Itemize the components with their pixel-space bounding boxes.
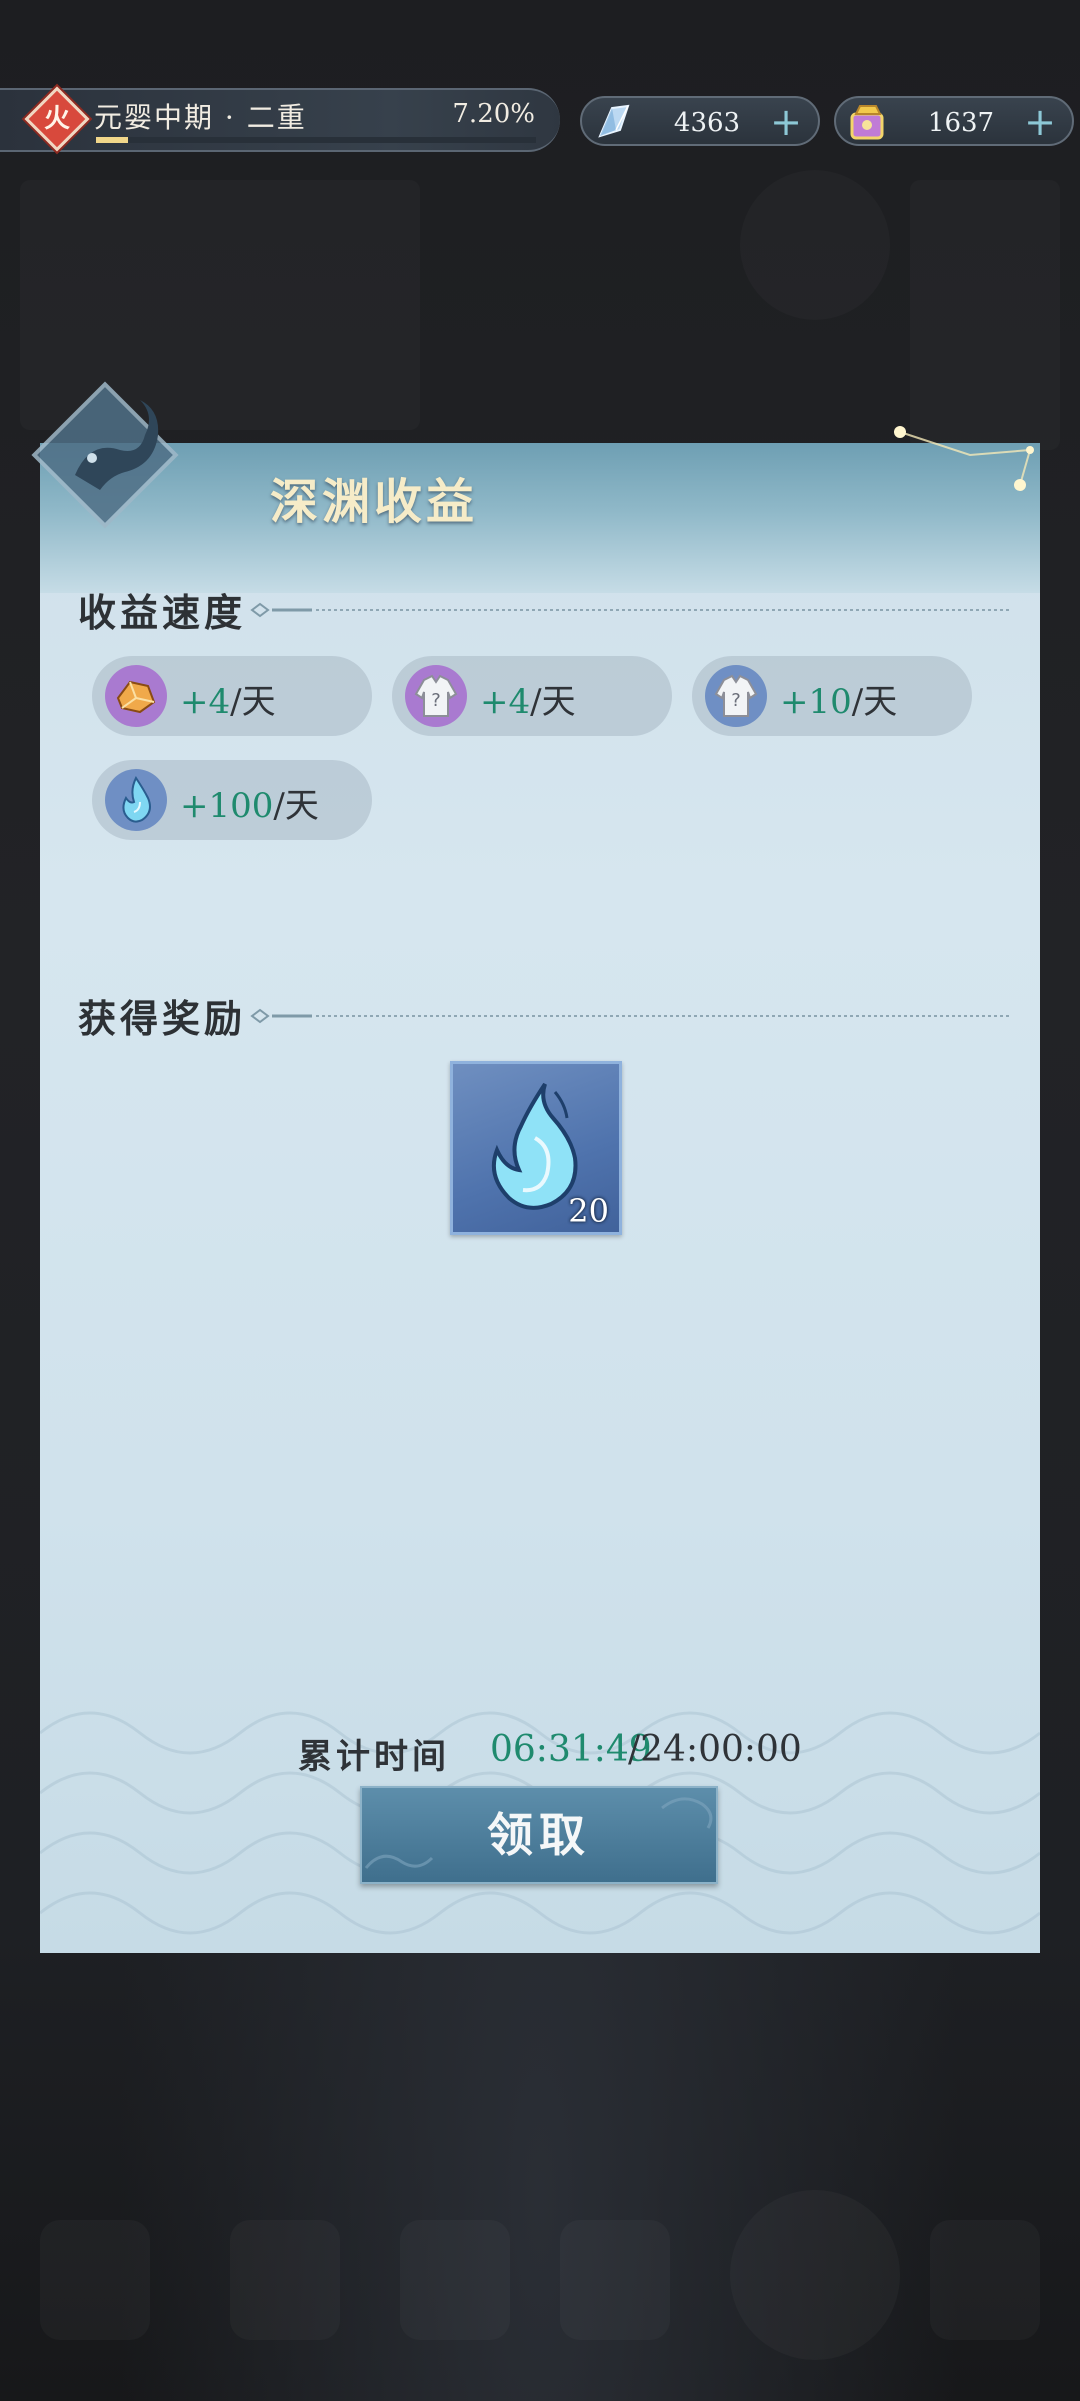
section-divider: [250, 602, 1010, 618]
cultivation-rank-name: 元婴中期 · 二重: [94, 101, 307, 134]
mystery-robe-blue-icon: ?: [705, 665, 767, 727]
rate-text: +4/天: [480, 682, 576, 722]
rate-chip-blue-flame: +100/天: [92, 760, 372, 840]
gold-token-count: 1637: [927, 108, 995, 138]
element-badge-label: 火: [43, 104, 70, 134]
nav-slot: [400, 2220, 510, 2340]
rank-progress-bar: [96, 137, 536, 143]
ore-material-icon: [105, 665, 167, 727]
rate-section-title: 收益速度: [78, 590, 247, 635]
nav-slot: [230, 2220, 340, 2340]
rate-chip-blue-robe: ? +10/天: [692, 656, 972, 736]
rate-chip-ore: +4/天: [92, 656, 372, 736]
rate-chip-purple-robe: ? +4/天: [392, 656, 672, 736]
add-gold-token-button[interactable]: +: [1022, 102, 1058, 142]
blue-flame-icon: [105, 769, 167, 831]
rate-text: +10/天: [780, 682, 898, 722]
nav-slot: [560, 2220, 670, 2340]
nav-slot: [730, 2190, 900, 2360]
gold-token-icon: [850, 105, 884, 140]
svg-text:?: ?: [731, 690, 741, 711]
claim-button[interactable]: 领取: [360, 1786, 718, 1884]
reward-section-title: 获得奖励: [78, 996, 247, 1041]
accumulated-time-max: /24:00:00: [628, 1729, 802, 1770]
claim-button-label: 领取: [487, 1808, 591, 1862]
nav-slot: [930, 2220, 1040, 2340]
add-crystal-button[interactable]: +: [768, 102, 804, 142]
constellation-decoration: [894, 426, 1034, 491]
accumulated-time-label: 累计时间: [298, 1737, 450, 1777]
svg-text:?: ?: [431, 690, 441, 711]
mystery-robe-purple-icon: ?: [405, 665, 467, 727]
spirit-crystal-icon: [598, 104, 630, 138]
background-bottom-nav: [0, 2180, 1080, 2401]
section-divider: [250, 1008, 1010, 1024]
reward-item-blue-flame[interactable]: 20: [450, 1061, 622, 1235]
background-medallion: [740, 170, 890, 320]
nav-slot: [40, 2220, 150, 2340]
rank-progress-percent: 7.20%: [452, 99, 535, 129]
dialog-title: 深渊收益: [270, 474, 479, 530]
resource-crystal[interactable]: 4363 +: [580, 96, 820, 146]
rate-text: +100/天: [180, 786, 319, 826]
crystal-count: 4363: [673, 108, 741, 138]
resource-gold-token[interactable]: 1637 +: [834, 96, 1074, 146]
reward-count: 20: [568, 1192, 609, 1230]
spirit-fox-emblem: [31, 381, 179, 529]
rate-text: +4/天: [180, 682, 276, 722]
rank-progress-fill: [96, 137, 128, 143]
